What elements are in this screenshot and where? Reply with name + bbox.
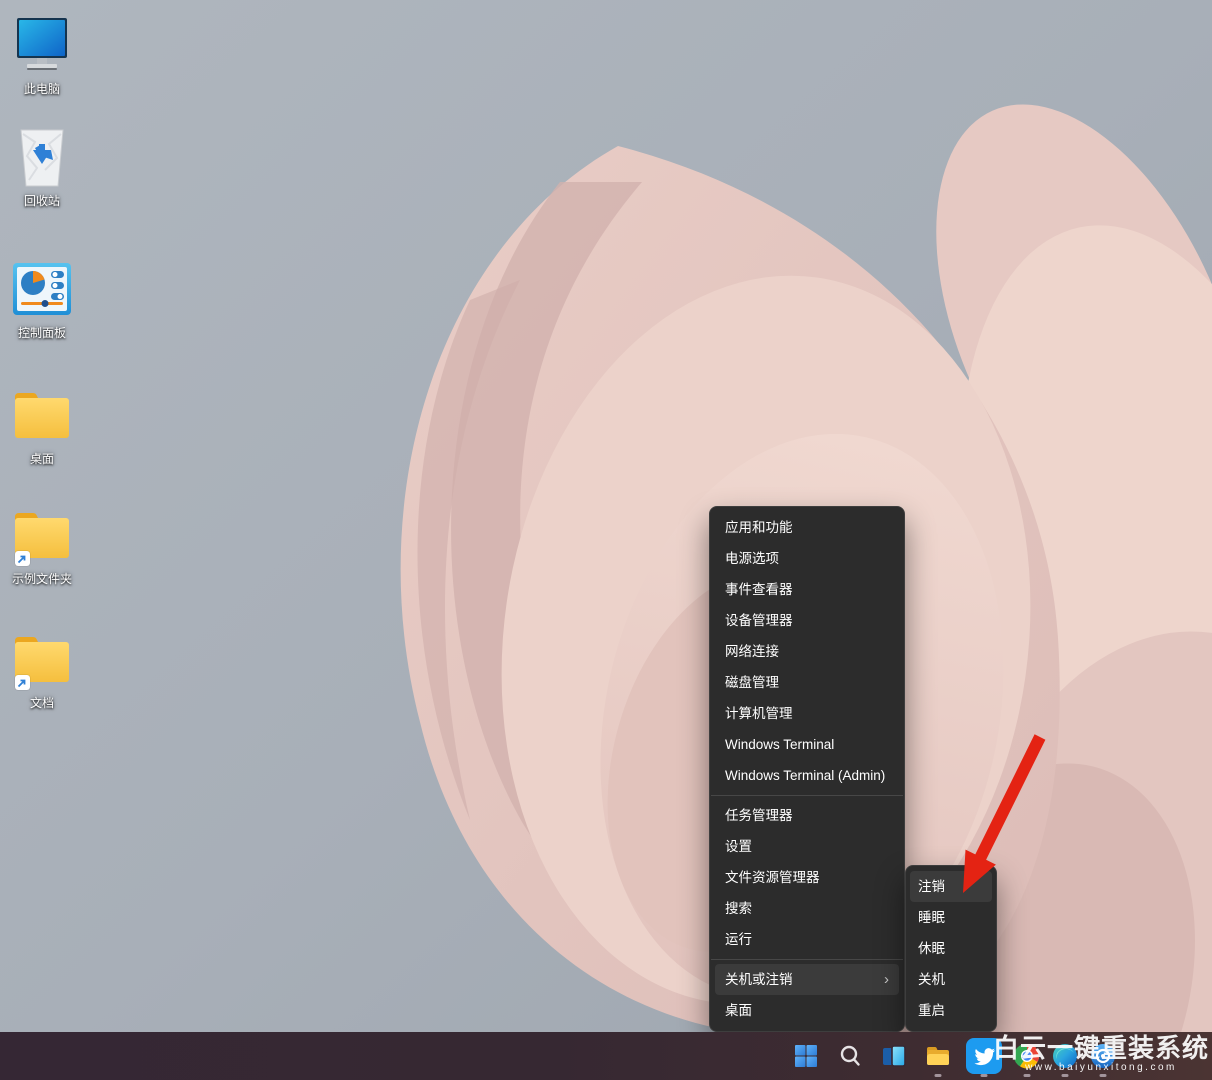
desktop-icon-sample-folder[interactable]: 示例文件夹 bbox=[0, 502, 84, 586]
menu-item-settings[interactable]: 设置 bbox=[715, 831, 899, 862]
desktop-icon-documents[interactable]: 文档 bbox=[0, 626, 84, 710]
submenu-item-hibernate[interactable]: 休眠 bbox=[910, 933, 992, 964]
chrome-button[interactable] bbox=[1008, 1032, 1046, 1080]
shortcut-arrow-icon bbox=[15, 675, 30, 690]
start-button[interactable] bbox=[784, 1032, 828, 1080]
menu-item-task-manager[interactable]: 任务管理器 bbox=[715, 800, 899, 831]
running-indicator bbox=[935, 1074, 942, 1077]
menu-item-windows-terminal-admin[interactable]: Windows Terminal (Admin) bbox=[715, 760, 899, 791]
wallpaper-image bbox=[0, 0, 1212, 1080]
running-indicator bbox=[1024, 1074, 1031, 1077]
app-button[interactable] bbox=[1084, 1032, 1122, 1080]
chrome-icon bbox=[1014, 1043, 1040, 1069]
folder-shortcut-icon bbox=[9, 626, 75, 692]
control-panel-icon bbox=[9, 256, 75, 322]
submenu-item-logout[interactable]: 注销 bbox=[910, 871, 992, 902]
running-indicator bbox=[981, 1074, 988, 1077]
desktop-icon-desktop-folder[interactable]: 桌面 bbox=[0, 382, 84, 466]
twitter-icon bbox=[966, 1038, 1002, 1074]
menu-item-disk-management[interactable]: 磁盘管理 bbox=[715, 667, 899, 698]
desktop-icon-label: 桌面 bbox=[30, 452, 54, 466]
folder-icon bbox=[9, 382, 75, 448]
search-button[interactable] bbox=[828, 1032, 872, 1080]
twitter-button[interactable] bbox=[960, 1032, 1008, 1080]
menu-item-shutdown-or-logout[interactable]: 关机或注销 › bbox=[715, 964, 899, 995]
menu-item-desktop[interactable]: 桌面 bbox=[715, 995, 899, 1026]
menu-separator bbox=[711, 795, 903, 796]
menu-item-power-options[interactable]: 电源选项 bbox=[715, 543, 899, 574]
desktop-icon-label: 回收站 bbox=[24, 194, 60, 208]
menu-item-network-connections[interactable]: 网络连接 bbox=[715, 636, 899, 667]
menu-item-device-manager[interactable]: 设备管理器 bbox=[715, 605, 899, 636]
desktop-icon-label: 示例文件夹 bbox=[12, 572, 72, 586]
running-indicator bbox=[1062, 1074, 1069, 1077]
menu-separator bbox=[711, 959, 903, 960]
desktop-icon-this-pc[interactable]: 此电脑 bbox=[0, 12, 84, 96]
winx-context-menu: 应用和功能 电源选项 事件查看器 设备管理器 网络连接 磁盘管理 计算机管理 W… bbox=[709, 506, 905, 1032]
menu-item-event-viewer[interactable]: 事件查看器 bbox=[715, 574, 899, 605]
search-icon bbox=[838, 1044, 862, 1068]
file-explorer-icon bbox=[925, 1043, 951, 1069]
desktop: 此电脑 回收站 bbox=[0, 0, 1212, 1080]
menu-item-windows-terminal[interactable]: Windows Terminal bbox=[715, 729, 899, 760]
taskbar-icons bbox=[784, 1032, 1122, 1080]
running-indicator bbox=[1100, 1074, 1107, 1077]
menu-item-computer-management[interactable]: 计算机管理 bbox=[715, 698, 899, 729]
app-icon bbox=[1090, 1043, 1116, 1069]
submenu-item-sleep[interactable]: 睡眠 bbox=[910, 902, 992, 933]
shortcut-arrow-icon bbox=[15, 551, 30, 566]
submenu-item-restart[interactable]: 重启 bbox=[910, 995, 992, 1026]
recycle-bin-icon bbox=[9, 124, 75, 190]
menu-item-label: 关机或注销 bbox=[725, 972, 793, 987]
menu-item-run[interactable]: 运行 bbox=[715, 924, 899, 955]
folder-shortcut-icon bbox=[9, 502, 75, 568]
this-pc-icon bbox=[9, 12, 75, 78]
menu-item-search[interactable]: 搜索 bbox=[715, 893, 899, 924]
file-explorer-button[interactable] bbox=[916, 1032, 960, 1080]
taskbar: 白云一键重装系统 www.baiyunxitong.com bbox=[0, 1032, 1212, 1080]
task-view-icon bbox=[881, 1043, 907, 1069]
menu-item-file-explorer[interactable]: 文件资源管理器 bbox=[715, 862, 899, 893]
desktop-icon-recycle-bin[interactable]: 回收站 bbox=[0, 124, 84, 208]
start-icon bbox=[794, 1044, 818, 1068]
edge-button[interactable] bbox=[1046, 1032, 1084, 1080]
submenu-item-shutdown[interactable]: 关机 bbox=[910, 964, 992, 995]
menu-item-apps-and-features[interactable]: 应用和功能 bbox=[715, 512, 899, 543]
edge-icon bbox=[1052, 1043, 1078, 1069]
task-view-button[interactable] bbox=[872, 1032, 916, 1080]
shutdown-submenu: 注销 睡眠 休眠 关机 重启 bbox=[905, 865, 997, 1032]
chevron-right-icon: › bbox=[884, 964, 889, 995]
desktop-icon-control-panel[interactable]: 控制面板 bbox=[0, 256, 84, 340]
desktop-icon-label: 此电脑 bbox=[24, 82, 60, 96]
desktop-icon-label: 控制面板 bbox=[18, 326, 66, 340]
desktop-icon-label: 文档 bbox=[30, 696, 54, 710]
